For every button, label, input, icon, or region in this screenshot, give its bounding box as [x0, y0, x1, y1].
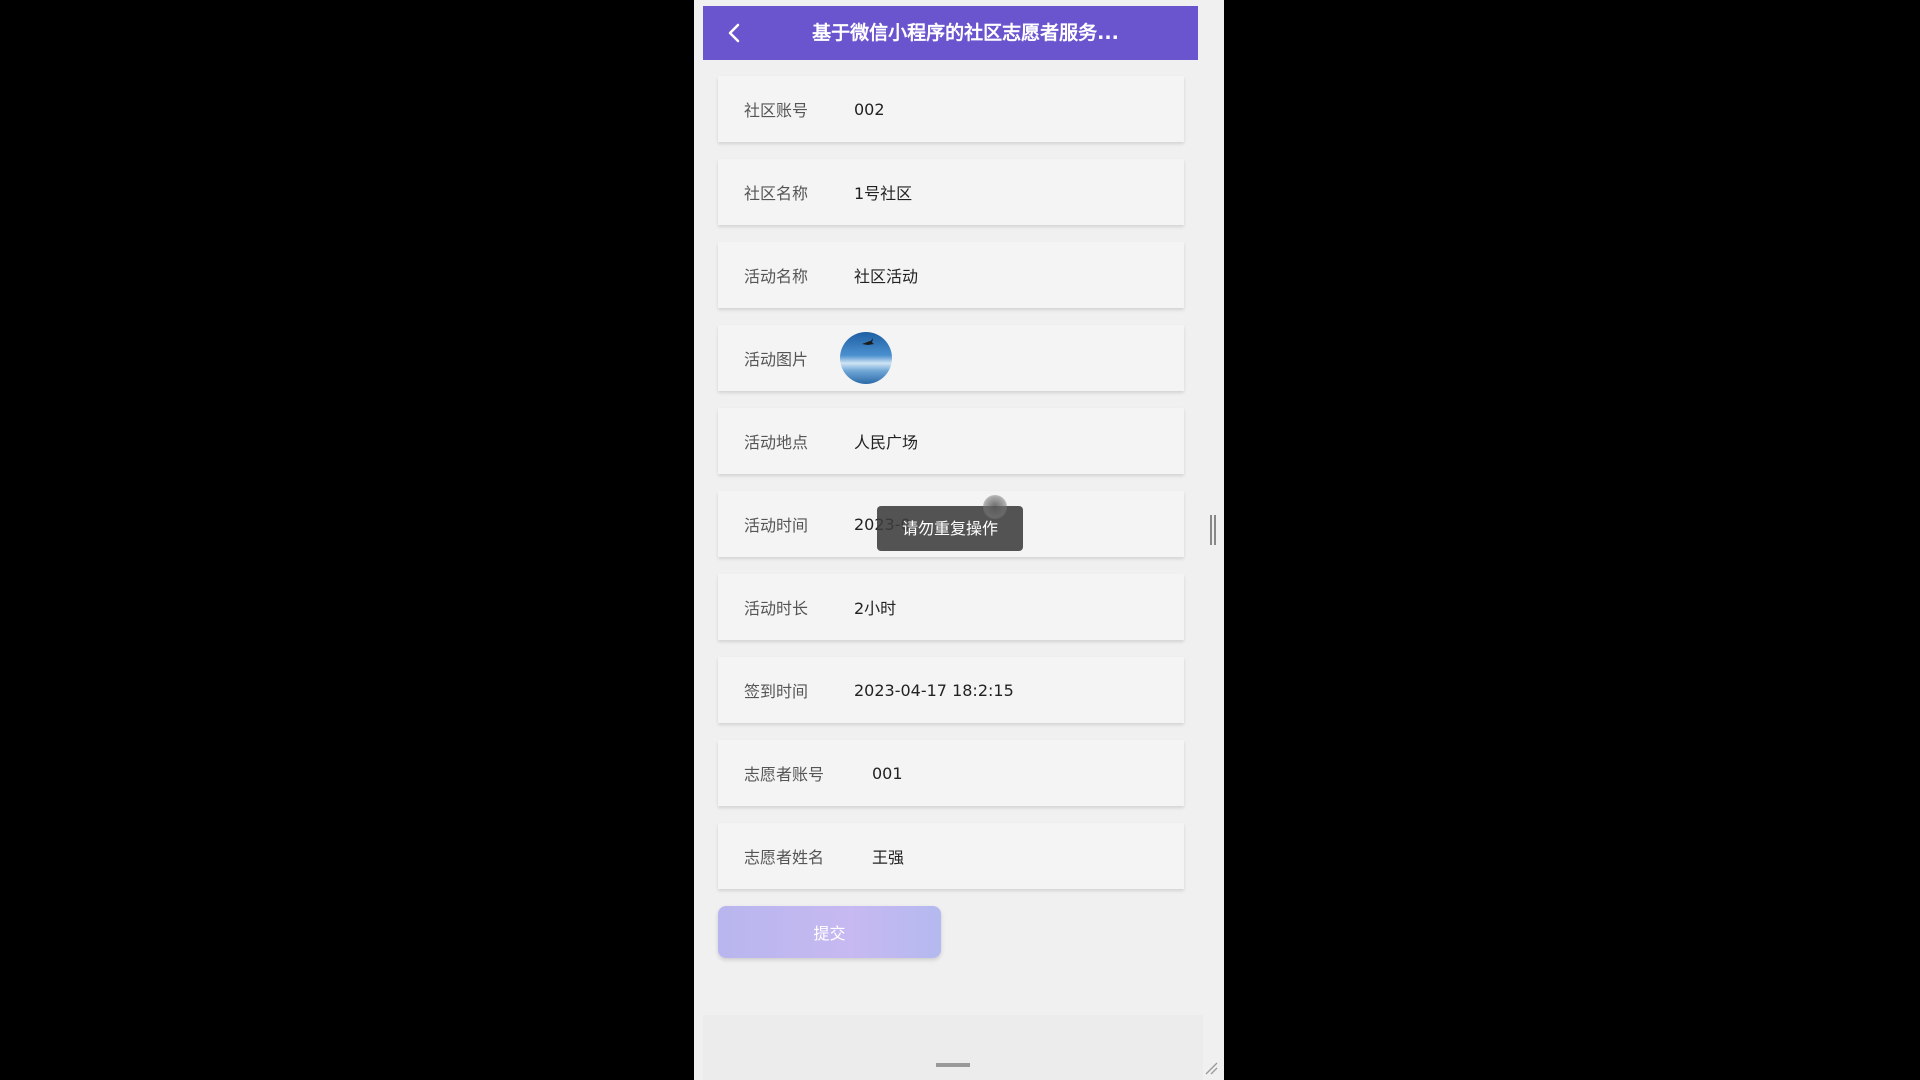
volunteer-name-input[interactable] — [872, 846, 1172, 866]
field-label: 志愿者账号 — [744, 765, 825, 784]
field-activity-name: 活动名称 — [718, 242, 1184, 308]
field-volunteer-name: 志愿者姓名 — [718, 823, 1184, 889]
field-volunteer-account: 志愿者账号 — [718, 740, 1184, 806]
field-checkin-time: 签到时间 — [718, 657, 1184, 723]
checkin-time-input[interactable] — [854, 680, 1154, 700]
back-icon[interactable] — [721, 19, 749, 47]
volunteer-account-input[interactable] — [872, 763, 1172, 783]
form: 社区账号 社区名称 活动名称 活动图片 — [718, 76, 1184, 906]
field-label: 社区账号 — [744, 101, 809, 120]
field-label: 活动图片 — [744, 350, 809, 369]
community-account-input[interactable] — [854, 99, 1154, 119]
field-label: 志愿者姓名 — [744, 848, 825, 867]
scroll-handle[interactable] — [1210, 515, 1216, 545]
community-name-input[interactable] — [854, 182, 1154, 202]
field-label: 签到时间 — [744, 682, 809, 701]
field-label: 活动地点 — [744, 433, 809, 452]
field-activity-image: 活动图片 — [718, 325, 1184, 391]
field-activity-location: 活动地点 — [718, 408, 1184, 474]
field-community-name: 社区名称 — [718, 159, 1184, 225]
bottom-area — [703, 1015, 1203, 1080]
nav-bar: 基于微信小程序的社区志愿者服务... — [703, 6, 1198, 60]
page-title: 基于微信小程序的社区志愿者服务... — [812, 22, 1119, 44]
activity-location-input[interactable] — [854, 431, 1154, 451]
field-activity-duration: 活动时长 — [718, 574, 1184, 640]
field-label: 活动时长 — [744, 599, 809, 618]
activity-image-thumbnail[interactable] — [840, 332, 892, 384]
field-label: 活动时间 — [744, 516, 809, 535]
activity-name-input[interactable] — [854, 265, 1154, 285]
resize-grip-icon[interactable] — [1204, 1060, 1218, 1075]
activity-duration-input[interactable] — [854, 597, 1154, 617]
drag-handle-icon[interactable] — [936, 1063, 970, 1067]
submit-button[interactable]: 提交 — [718, 906, 941, 958]
touch-cursor-icon — [983, 495, 1007, 519]
field-community-account: 社区账号 — [718, 76, 1184, 142]
field-label: 活动名称 — [744, 267, 809, 286]
field-label: 社区名称 — [744, 184, 809, 203]
